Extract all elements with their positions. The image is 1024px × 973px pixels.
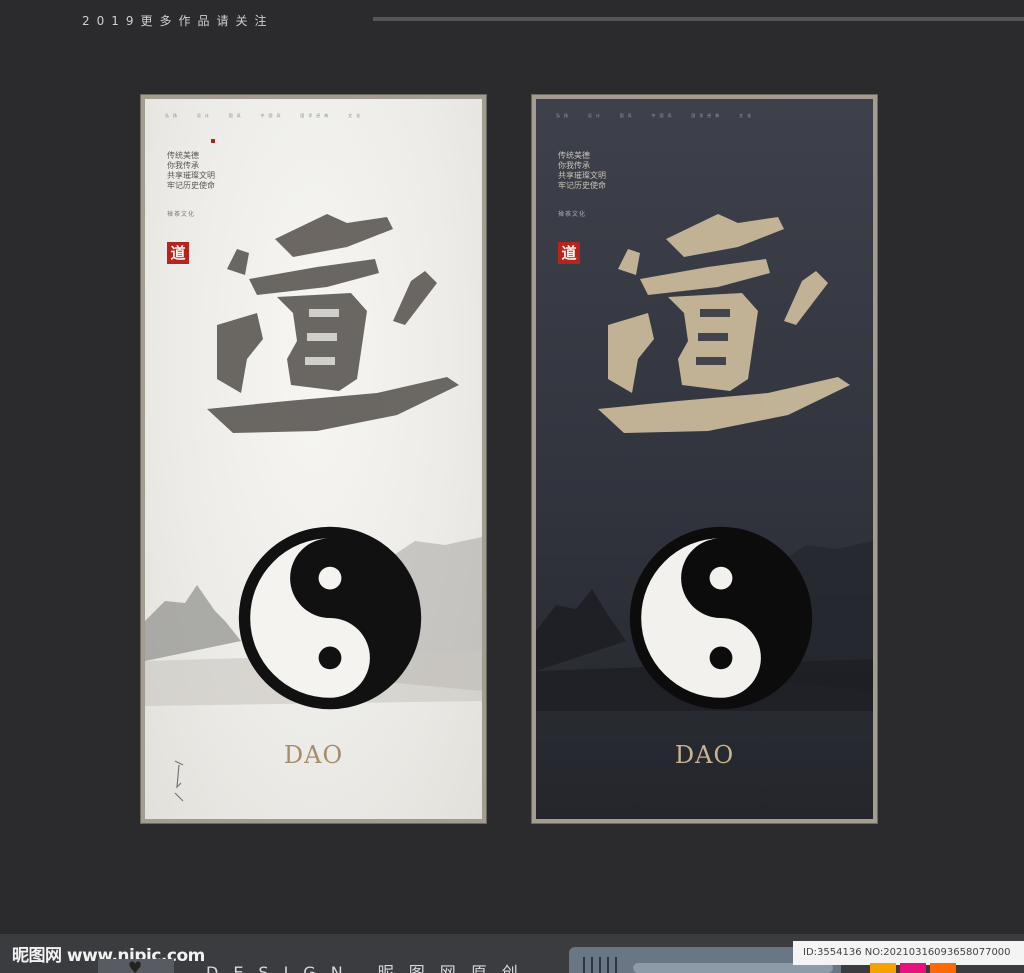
footer-preview-ticks bbox=[583, 957, 623, 973]
image-id-label: ID:3554136 NO:20210316093658077000 bbox=[793, 941, 1024, 965]
poem-line: 共享璀璨文明 bbox=[167, 171, 215, 180]
poem-line: 共享璀璨文明 bbox=[558, 171, 606, 180]
poster-light-canvas: 弘扬 · 设计 · 国风 · 中国风 · 国学经典 · 文化 传统美德 你我传承… bbox=[145, 99, 482, 819]
color-swatch bbox=[870, 963, 896, 973]
poster-poem: 传统美德 你我传承 共享璀璨文明 牢记历史使命 bbox=[167, 151, 215, 191]
dao-calligraphy-glyph bbox=[207, 214, 459, 433]
poem-line: 传统美德 bbox=[558, 151, 590, 160]
poster-meta-line: 弘扬 · 设计 · 国风 · 中国风 · 国学经典 · 文化 bbox=[556, 113, 756, 118]
poster-poem: 传统美德 你我传承 共享璀璨文明 牢记历史使命 bbox=[558, 151, 606, 191]
footer-design-text: DESIGN 昵图网原创 bbox=[206, 963, 533, 973]
small-red-mark bbox=[211, 139, 215, 143]
poem-line: 传统美德 bbox=[167, 151, 199, 160]
poster-title: DAO bbox=[283, 741, 344, 769]
poster-dark-canvas: 弘扬 · 设计 · 国风 · 中国风 · 国学经典 · 文化 传统美德 你我传承… bbox=[536, 99, 873, 819]
heart-icon: ♥ bbox=[127, 958, 143, 973]
poem-line: 牢记历史使命 bbox=[167, 181, 215, 190]
poem-line: 牢记历史使命 bbox=[558, 181, 606, 190]
poster-title: DAO bbox=[674, 741, 735, 769]
color-swatch bbox=[930, 963, 956, 973]
poem-line: 你我传承 bbox=[167, 161, 199, 170]
ink-signature bbox=[174, 760, 184, 802]
header-title: 2019更多作品请关注 bbox=[82, 14, 274, 28]
header-divider bbox=[373, 17, 1024, 21]
color-swatch bbox=[900, 963, 926, 973]
taiji-symbol bbox=[629, 526, 813, 710]
dao-calligraphy-glyph bbox=[598, 214, 850, 433]
poster-culture-label: 禅茶文化 bbox=[167, 211, 196, 218]
poster-meta-line: 弘扬 · 设计 · 国风 · 中国风 · 国学经典 · 文化 bbox=[165, 113, 365, 118]
poster-culture-label: 禅茶文化 bbox=[558, 211, 587, 218]
poem-line: 你我传承 bbox=[558, 161, 590, 170]
red-seal: 道 bbox=[558, 242, 580, 264]
red-seal: 道 bbox=[167, 242, 189, 264]
taiji-symbol bbox=[238, 526, 422, 710]
poster-dark[interactable]: 弘扬 · 设计 · 国风 · 中国风 · 国学经典 · 文化 传统美德 你我传承… bbox=[532, 95, 877, 823]
footer-thumbnail[interactable]: ♥ bbox=[98, 959, 174, 973]
poster-light[interactable]: 弘扬 · 设计 · 国风 · 中国风 · 国学经典 · 文化 传统美德 你我传承… bbox=[141, 95, 486, 823]
